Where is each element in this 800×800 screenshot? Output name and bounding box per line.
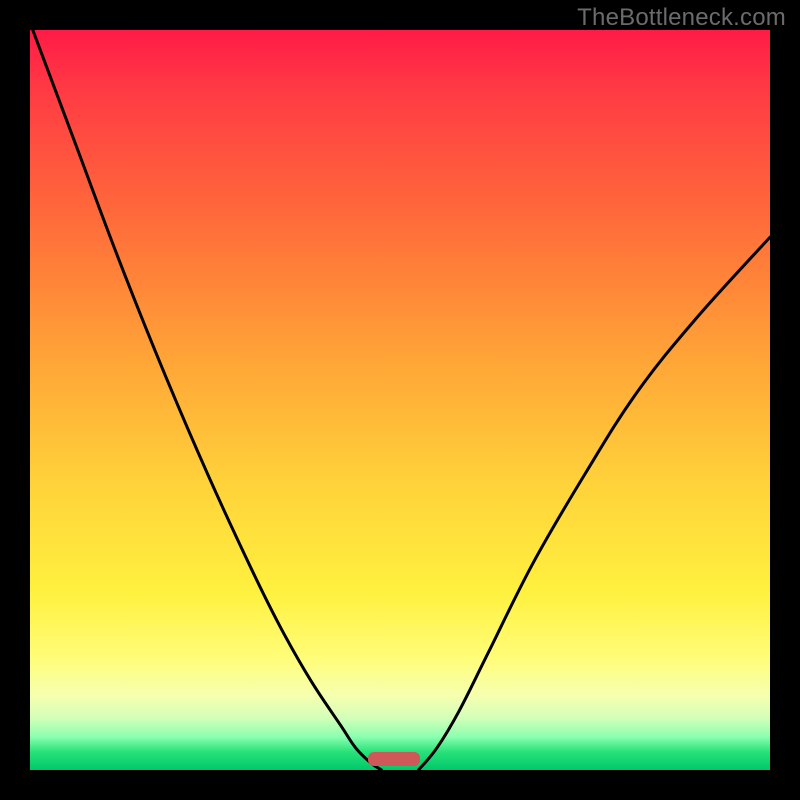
- bottleneck-marker: [368, 752, 420, 766]
- chart-frame: TheBottleneck.com: [0, 0, 800, 800]
- plot-area: [30, 30, 770, 770]
- curve-left-branch: [30, 30, 382, 770]
- curve-right-branch: [419, 237, 771, 770]
- bottleneck-curve: [30, 30, 770, 770]
- watermark-text: TheBottleneck.com: [577, 4, 786, 32]
